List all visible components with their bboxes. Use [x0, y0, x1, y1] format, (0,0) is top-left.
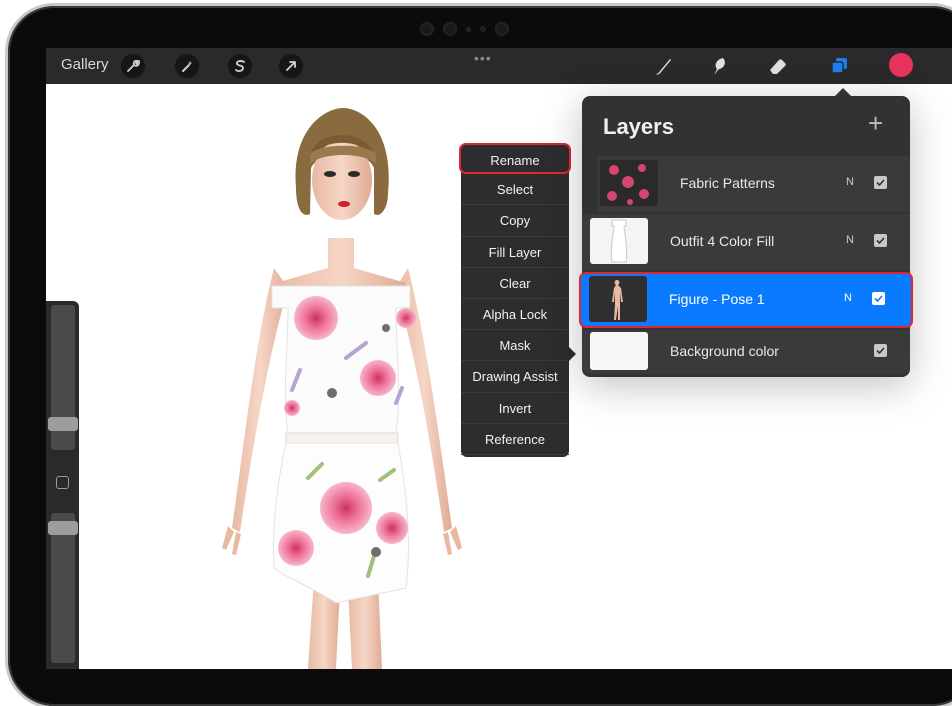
layer-visibility-checkbox[interactable] — [874, 176, 887, 189]
menu-item-fill-layer[interactable]: Fill Layer — [461, 237, 569, 268]
layer-name: Figure - Pose 1 — [669, 291, 765, 307]
camera-lens — [495, 22, 509, 36]
blend-mode-label[interactable]: N — [844, 292, 852, 304]
layer-options-context-menu: Rename Select Copy Fill Layer Clear Alph… — [459, 143, 576, 457]
brush-size-slider-thumb[interactable] — [48, 417, 78, 431]
layer-name: Outfit 4 Color Fill — [670, 233, 775, 249]
layers-panel-caret — [834, 88, 852, 97]
transform-arrow-icon[interactable] — [279, 54, 303, 78]
menu-item-drawing-assist[interactable]: Drawing Assist — [461, 361, 569, 393]
layer-row-figure-pose-selected[interactable]: Figure - Pose 1 N — [579, 272, 913, 328]
more-options-dots[interactable]: ••• — [474, 50, 492, 66]
menu-item-rename[interactable]: Rename — [459, 143, 571, 175]
camera-cluster — [420, 20, 509, 38]
layer-visibility-checkbox[interactable] — [874, 344, 887, 357]
smudge-icon[interactable] — [706, 53, 732, 79]
menu-item-alpha-lock[interactable]: Alpha Lock — [461, 299, 569, 331]
eraser-icon[interactable] — [764, 53, 790, 79]
camera-lens — [443, 22, 457, 36]
magic-wand-icon[interactable] — [175, 54, 199, 78]
menu-item-clear[interactable]: Clear — [461, 268, 569, 299]
blend-mode-label[interactable]: N — [846, 234, 854, 246]
menu-item-mask[interactable]: Mask — [461, 330, 569, 362]
layer-thumbnail — [589, 276, 647, 322]
menu-item-select[interactable]: Select — [461, 174, 569, 206]
layer-row-background-color[interactable]: Background color — [582, 330, 910, 374]
layers-panel-title: Layers — [603, 114, 674, 139]
layer-name: Background color — [670, 343, 779, 359]
opacity-slider[interactable] — [48, 513, 78, 663]
modify-button-icon[interactable] — [56, 476, 69, 489]
ipad-device: Gallery ••• Rename Select Copy Fill Laye… — [0, 0, 952, 706]
procreate-canvas-screen: Gallery ••• Rename Select Copy Fill Laye… — [46, 48, 952, 669]
layers-panel: Layers + Fabric Patterns N Outfit 4 Colo… — [579, 88, 913, 377]
top-toolbar: Gallery ••• — [46, 48, 952, 84]
camera-lens — [420, 22, 434, 36]
layer-thumbnail — [590, 218, 648, 264]
layer-visibility-checkbox[interactable] — [872, 292, 885, 305]
brush-icon[interactable] — [650, 53, 676, 79]
menu-item-copy[interactable]: Copy — [461, 205, 569, 237]
context-menu-pointer — [567, 345, 576, 363]
add-layer-button[interactable]: + — [868, 108, 883, 139]
layer-name: Fabric Patterns — [680, 175, 775, 191]
wrench-icon[interactable] — [121, 54, 145, 78]
blend-mode-label[interactable]: N — [846, 176, 854, 188]
layer-row-outfit-color-fill[interactable]: Outfit 4 Color Fill N — [582, 214, 910, 270]
layer-thumbnail — [600, 160, 658, 206]
selection-s-icon[interactable] — [228, 54, 252, 78]
layer-visibility-checkbox[interactable] — [874, 234, 887, 247]
layer-row-fabric-patterns[interactable]: Fabric Patterns N — [598, 156, 910, 212]
camera-sensor — [480, 26, 486, 32]
layers-icon[interactable] — [826, 53, 852, 79]
current-color-swatch[interactable] — [889, 53, 913, 77]
menu-item-invert[interactable]: Invert — [461, 393, 569, 424]
gallery-button[interactable]: Gallery — [61, 56, 109, 73]
layer-thumbnail — [590, 332, 648, 370]
opacity-slider-thumb[interactable] — [48, 521, 78, 535]
fashion-figure-illustration — [222, 108, 462, 669]
menu-item-reference[interactable]: Reference — [461, 424, 569, 455]
brush-size-slider[interactable] — [48, 305, 78, 450]
brush-size-opacity-sidebar — [46, 301, 79, 669]
camera-sensor — [466, 26, 471, 32]
